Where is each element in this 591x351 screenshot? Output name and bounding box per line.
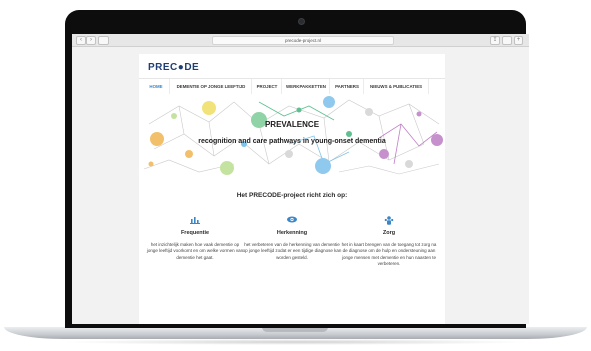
site-logo[interactable]: PREC●DE	[148, 62, 199, 73]
nav-item-home[interactable]: HOME	[145, 79, 167, 95]
hero-subtitle: recognition and care pathways in young-o…	[198, 138, 386, 145]
bar-chart-icon	[145, 216, 245, 226]
people-icon	[339, 216, 439, 226]
nav-item-nieuws[interactable]: NIEUWS & PUBLICATIES	[363, 79, 429, 95]
feature-title: Frequentie	[180, 230, 210, 236]
feature-text: het in kaart brengen van de toegang tot …	[341, 242, 437, 267]
camera-icon	[298, 18, 305, 25]
hero-title: PREVALENCE	[264, 120, 320, 129]
sidebar-button[interactable]	[98, 36, 109, 45]
nav-item-partners[interactable]: PARTNERS	[329, 79, 364, 95]
network-illustration	[143, 96, 443, 175]
share-button[interactable]: ⇪	[490, 36, 500, 45]
address-bar[interactable]: precode-project.nl	[212, 36, 394, 45]
feature-title: Herkenning	[276, 230, 308, 236]
laptop-shadow	[60, 339, 531, 345]
eye-icon	[242, 216, 342, 226]
url-text: precode-project.nl	[284, 38, 322, 43]
feature-text: het verbeteren van de herkenning van dem…	[242, 242, 342, 260]
forward-button[interactable]: ›	[86, 36, 96, 45]
nav-item-dementie[interactable]: DEMENTIE OP JONGE LEEFTIJD	[169, 79, 252, 95]
web-page: PREC●DE HOME DEMENTIE OP JONGE LEEFTIJD …	[139, 54, 445, 324]
browser-toolbar: ‹ › precode-project.nl ⇪ +	[72, 34, 529, 47]
feature-herkenning: Herkenning het verbeteren van de herkenn…	[242, 216, 342, 261]
feature-text: het inzichtelijk maken hoe vaak dementie…	[146, 242, 244, 260]
section-title: Het PRECODE-project richt zich op:	[236, 192, 348, 199]
feature-zorg: Zorg het in kaart brengen van de toegang…	[339, 216, 439, 268]
feature-title: Zorg	[382, 230, 396, 236]
tabs-button[interactable]	[502, 36, 512, 45]
laptop-frame: ‹ › precode-project.nl ⇪ + PREC●DE HOME …	[0, 0, 591, 351]
nav-item-project[interactable]: PROJECT	[251, 79, 282, 95]
new-tab-button[interactable]: +	[514, 36, 523, 45]
hero-banner: PREVALENCE recognition and care pathways…	[139, 94, 445, 176]
feature-frequentie: Frequentie het inzichtelijk maken hoe va…	[145, 216, 245, 261]
back-button[interactable]: ‹	[76, 36, 86, 45]
nav-item-werkpakketten[interactable]: WERKPAKKETTEN	[281, 79, 330, 95]
laptop-screen: ‹ › precode-project.nl ⇪ + PREC●DE HOME …	[72, 34, 529, 324]
